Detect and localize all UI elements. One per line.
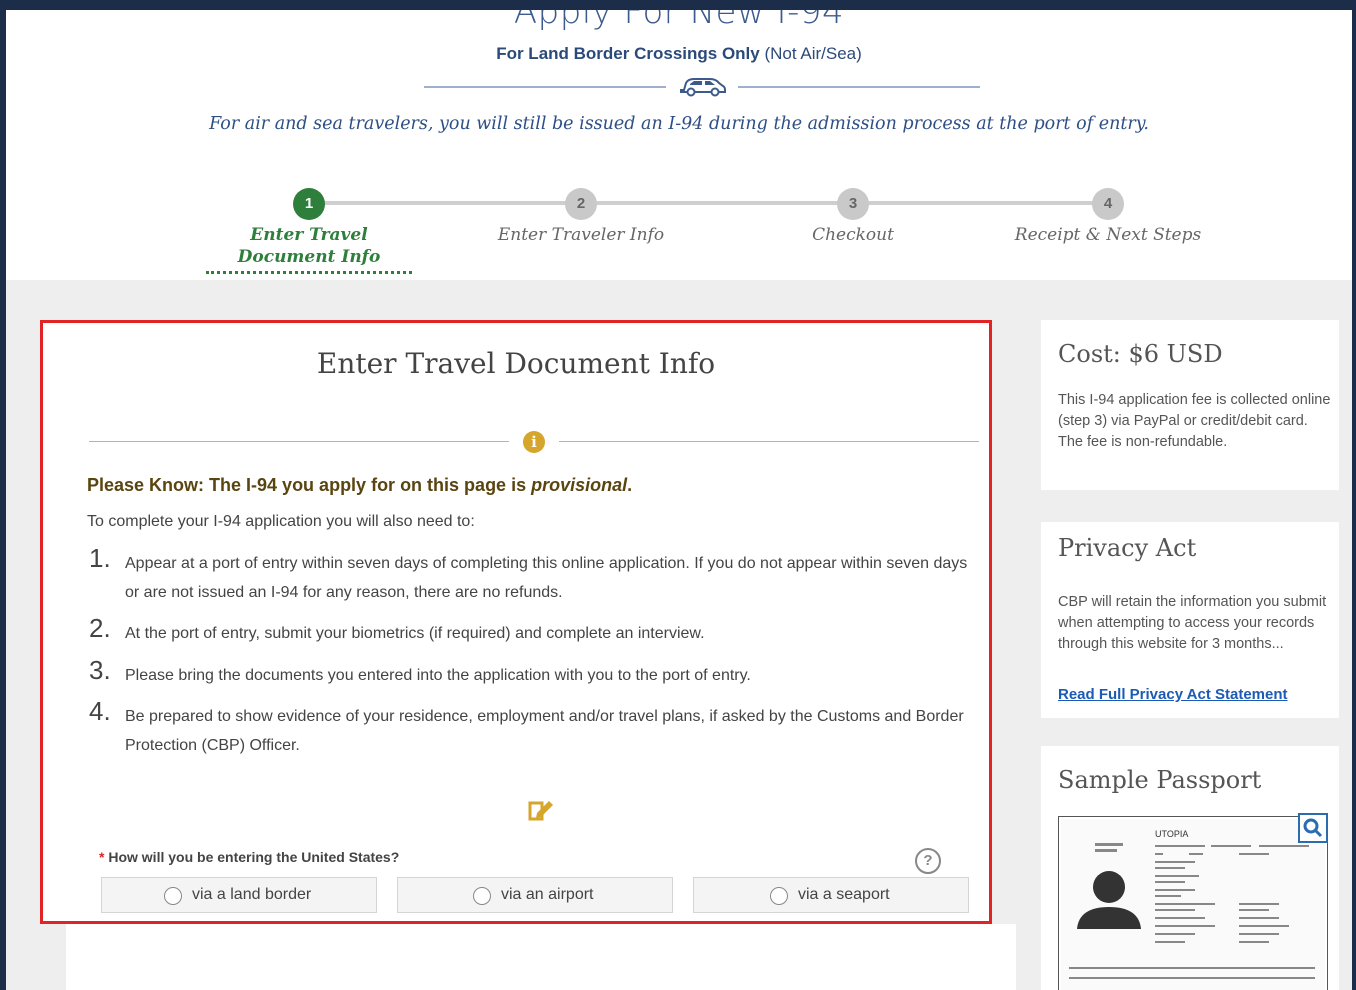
cost-title: Cost: $6 USD (1058, 340, 1223, 368)
document-edit-icon (528, 801, 553, 821)
subtitle-rest: (Not Air/Sea) (759, 44, 862, 63)
step-2-circle: 2 (565, 188, 597, 220)
radio-land-border[interactable] (164, 887, 182, 905)
question-text: How will you be entering the United Stat… (104, 849, 400, 865)
provisional-notice: Please Know: The I-94 you apply for on t… (87, 475, 632, 496)
header-divider-left (424, 86, 666, 88)
travel-document-card: Enter Travel Document Info i Please Know… (40, 320, 992, 924)
step-4-circle: 4 (1092, 188, 1124, 220)
gold-divider-right (559, 441, 979, 442)
list-text: Be prepared to show evidence of your res… (125, 708, 964, 754)
gold-divider-left (89, 441, 509, 442)
privacy-text: CBP will retain the information you subm… (1058, 594, 1327, 652)
passport-country: UTOPIA (1155, 829, 1189, 839)
requirements-intro: To complete your I-94 application you wi… (87, 513, 475, 530)
step-4-label: Receipt & Next Steps (1014, 225, 1202, 245)
option-label: via a seaport (798, 886, 890, 903)
zoom-button[interactable] (1298, 813, 1328, 843)
radio-seaport[interactable] (770, 887, 788, 905)
list-number: 3. (89, 655, 111, 685)
page-subtitle: For Land Border Crossings Only (Not Air/… (6, 44, 1352, 64)
list-text: Please bring the documents you entered i… (125, 667, 751, 684)
passport-graphic (1061, 819, 1325, 990)
step-1-label[interactable]: Enter Travel Document Info (199, 224, 419, 268)
info-icon: i (523, 431, 545, 453)
browser-top-bar (0, 0, 1356, 10)
list-text: At the port of entry, submit your biomet… (125, 625, 705, 642)
option-label: via an airport (501, 886, 594, 903)
privacy-card: Privacy Act CBP will retain the informat… (1041, 522, 1339, 718)
notice-emphasis: provisional (531, 475, 628, 495)
step-3-label: Checkout (812, 225, 894, 245)
page: Apply For New I-94 For Land Border Cross… (6, 10, 1352, 990)
active-step-underline (206, 271, 412, 274)
sample-passport-title: Sample Passport (1058, 766, 1262, 794)
privacy-statement-link[interactable]: Read Full Privacy Act Statement (1058, 686, 1288, 703)
list-number: 4. (89, 696, 111, 726)
search-icon (1303, 818, 1323, 838)
notice-suffix: . (627, 475, 633, 495)
cost-text: This I-94 application fee is collected o… (1058, 392, 1331, 450)
option-land-border[interactable]: via a land border (101, 877, 377, 913)
sample-passport-image[interactable]: UTOPIA (1058, 816, 1328, 990)
header-divider-right (738, 86, 980, 88)
main-card-extension (66, 924, 1016, 990)
step-2-label: Enter Traveler Info (497, 225, 665, 245)
radio-airport[interactable] (473, 887, 491, 905)
option-airport[interactable]: via an airport (397, 877, 673, 913)
car-icon (680, 78, 726, 97)
notice-prefix: Please Know: The I-94 you apply for on t… (87, 475, 532, 495)
cost-card: Cost: $6 USD This I-94 application fee i… (1041, 320, 1339, 490)
privacy-title: Privacy Act (1058, 534, 1197, 562)
entry-method-question: * How will you be entering the United St… (99, 849, 399, 865)
list-text: Appear at a port of entry within seven d… (125, 555, 968, 601)
subtitle-bold: For Land Border Crossings Only (496, 44, 760, 63)
stepper-track (309, 201, 1109, 205)
step-3-circle: 3 (837, 188, 869, 220)
help-icon[interactable]: ? (915, 848, 941, 874)
option-label: via a land border (192, 886, 312, 903)
step-1-circle[interactable]: 1 (293, 188, 325, 220)
list-number: 2. (89, 613, 111, 643)
card-title: Enter Travel Document Info (316, 347, 716, 380)
header-note: For air and sea travelers, you will stil… (209, 114, 1149, 134)
page-title: Apply For New I-94 (513, 10, 845, 32)
option-seaport[interactable]: via a seaport (693, 877, 969, 913)
list-number: 1. (89, 543, 111, 573)
